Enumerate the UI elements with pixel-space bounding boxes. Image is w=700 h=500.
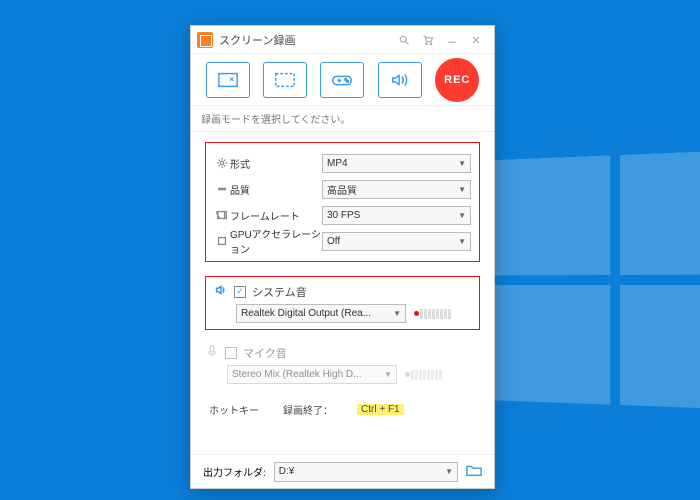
quality-select[interactable]: 高品質▼ (322, 180, 471, 199)
quality-icon (214, 183, 230, 195)
title-bar: スクリーン録画 (191, 26, 494, 54)
gear-icon (214, 157, 230, 169)
mode-region-button[interactable] (206, 62, 250, 98)
gpu-icon (214, 235, 230, 247)
output-folder-select[interactable]: D:¥▼ (274, 462, 458, 482)
hotkey-row: ホットキー 録画終了： Ctrl + F1 (205, 402, 480, 417)
output-folder-label: 出力フォルダ: (203, 464, 266, 479)
gpu-select[interactable]: Off▼ (322, 232, 471, 251)
format-label: 形式 (230, 156, 322, 171)
mode-fullscreen-button[interactable] (263, 62, 307, 98)
mic-audio-meter (405, 370, 442, 380)
minimize-button[interactable] (440, 30, 464, 50)
mode-audio-button[interactable] (378, 62, 422, 98)
search-icon[interactable] (392, 30, 416, 50)
app-icon (197, 32, 213, 48)
mode-bar: REC (191, 54, 494, 106)
video-settings-group: 形式 MP4▼ 品質 高品質▼ フレームレート 30 FPS▼ GPUアクセラレ… (205, 142, 480, 262)
mic-audio-group: マイク音 Stereo Mix (Realtek High D...▼ (205, 344, 480, 384)
framerate-icon (214, 209, 230, 221)
settings-panel: 形式 MP4▼ 品質 高品質▼ フレームレート 30 FPS▼ GPUアクセラレ… (191, 132, 494, 454)
system-audio-device-select[interactable]: Realtek Digital Output (Rea...▼ (236, 304, 406, 323)
framerate-select[interactable]: 30 FPS▼ (322, 206, 471, 225)
mic-audio-device-select[interactable]: Stereo Mix (Realtek High D...▼ (227, 365, 397, 384)
system-audio-meter (414, 309, 451, 319)
desktop-windows-logo (472, 148, 700, 421)
hotkey-section-label: ホットキー (209, 402, 259, 417)
system-audio-label: システム音 (252, 284, 307, 300)
mic-audio-checkbox[interactable] (225, 347, 237, 359)
hotkey-stop-label: 録画終了： (283, 402, 333, 417)
system-audio-checkbox[interactable]: ✓ (234, 286, 246, 298)
speaker-icon (214, 283, 228, 300)
framerate-label: フレームレート (230, 208, 322, 223)
open-folder-button[interactable] (466, 463, 482, 480)
quality-label: 品質 (230, 182, 322, 197)
hotkey-stop-value[interactable]: Ctrl + F1 (357, 404, 404, 415)
close-button[interactable] (464, 30, 488, 50)
mode-game-button[interactable] (320, 62, 364, 98)
gpu-label: GPUアクセラレーション (230, 226, 322, 256)
system-audio-group: ✓ システム音 Realtek Digital Output (Rea...▼ (205, 276, 480, 330)
format-select[interactable]: MP4▼ (322, 154, 471, 173)
mic-audio-label: マイク音 (243, 345, 287, 361)
window-title: スクリーン録画 (219, 32, 392, 48)
screen-recorder-window: スクリーン録画 REC 録画モードを選択してください。 形式 MP4▼ 品質 高… (190, 25, 495, 489)
mode-hint: 録画モードを選択してください。 (191, 106, 494, 132)
microphone-icon (205, 344, 219, 361)
record-button[interactable]: REC (435, 58, 479, 102)
cart-icon[interactable] (416, 30, 440, 50)
footer: 出力フォルダ: D:¥▼ (191, 454, 494, 488)
